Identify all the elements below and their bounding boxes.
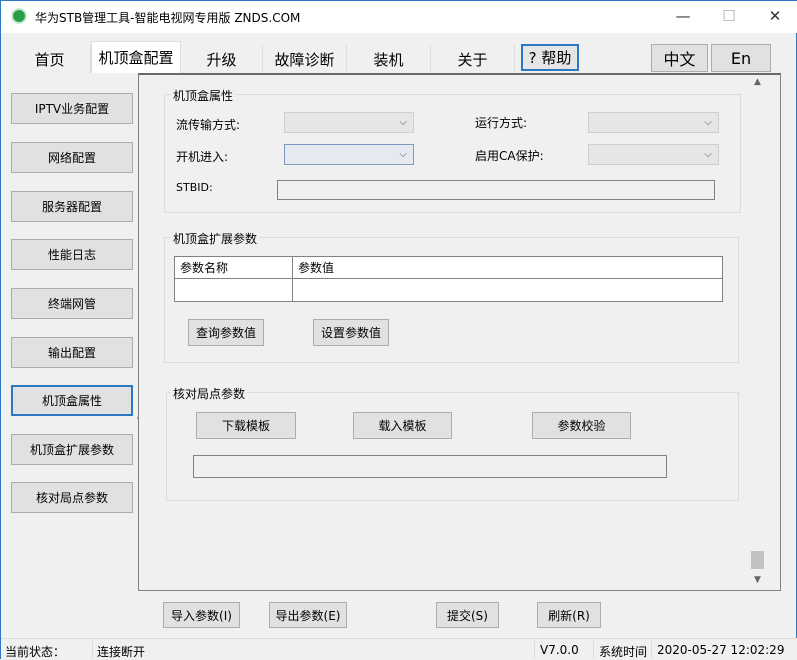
window-title: 华为STB管理工具-智能电视网专用版 ZNDS.COM xyxy=(35,11,301,25)
tab-stb-config[interactable]: 机顶盒配置 xyxy=(91,41,181,73)
lang-zh-button[interactable]: 中文 xyxy=(651,44,708,72)
status-bar: 当前状态： 连接断开 V7.0.0 系统时间 2020-05-27 12:02:… xyxy=(1,638,797,660)
site-params-path-input[interactable] xyxy=(193,455,667,478)
app-icon xyxy=(11,8,27,24)
stream-select[interactable]: ⌵ xyxy=(284,112,414,133)
minimize-button[interactable]: — xyxy=(660,1,706,31)
divider xyxy=(651,641,652,659)
divider xyxy=(534,641,535,659)
params-table[interactable]: 参数名称 参数值 xyxy=(174,256,723,302)
system-time-value: 2020-05-27 12:02:29 xyxy=(657,643,785,657)
export-params-button[interactable]: 导出参数(E) xyxy=(269,602,347,628)
boot-label: 开机进入: xyxy=(176,150,229,164)
sidebar-item-stb-props[interactable]: 机顶盒属性 xyxy=(11,385,133,416)
verify-params-button[interactable]: 参数校验 xyxy=(532,412,631,439)
col-param-value: 参数值 xyxy=(293,257,722,279)
help-button[interactable]: ? 帮助 xyxy=(521,44,579,71)
set-params-button[interactable]: 设置参数值 xyxy=(313,319,389,346)
column-divider xyxy=(292,279,293,301)
chevron-down-icon: ⌵ xyxy=(704,149,712,160)
version-label: V7.0.0 xyxy=(540,643,579,657)
query-params-button[interactable]: 查询参数值 xyxy=(188,319,264,346)
close-button[interactable]: ✕ xyxy=(752,1,797,31)
tab-diagnosis[interactable]: 故障诊断 xyxy=(263,45,347,73)
stbid-input[interactable] xyxy=(277,180,715,200)
title-bar: 华为STB管理工具-智能电视网专用版 ZNDS.COM — ☐ ✕ xyxy=(1,1,797,33)
stbid-label: STBID: xyxy=(176,181,213,194)
sidebar-item-output[interactable]: 输出配置 xyxy=(11,337,133,368)
scrollbar-thumb[interactable] xyxy=(751,551,764,569)
sidebar-item-network[interactable]: 网络配置 xyxy=(11,142,133,173)
ca-select[interactable]: ⌵ xyxy=(588,144,719,165)
sidebar-item-stb-ext[interactable]: 机顶盒扩展参数 xyxy=(11,434,133,465)
system-time-label: 系统时间 xyxy=(599,645,648,659)
divider xyxy=(593,641,594,659)
sidebar-item-perf-log[interactable]: 性能日志 xyxy=(11,239,133,270)
run-label: 运行方式: xyxy=(475,116,528,130)
download-template-button[interactable]: 下载模板 xyxy=(196,412,296,439)
ca-label: 启用CA保护: xyxy=(475,149,544,163)
col-param-name: 参数名称 xyxy=(175,257,293,279)
load-template-button[interactable]: 载入模板 xyxy=(353,412,452,439)
sidebar-item-server[interactable]: 服务器配置 xyxy=(11,191,133,222)
divider xyxy=(92,641,93,659)
import-params-button[interactable]: 导入参数(I) xyxy=(163,602,240,628)
boot-select[interactable]: ⌵ xyxy=(284,144,414,165)
tab-upgrade[interactable]: 升级 xyxy=(181,45,263,73)
sidebar-item-terminal[interactable]: 终端网管 xyxy=(11,288,133,319)
sidebar-item-site-params[interactable]: 核对局点参数 xyxy=(11,482,133,513)
chevron-down-icon: ⌵ xyxy=(399,149,407,160)
chevron-down-icon: ⌵ xyxy=(704,117,712,128)
stream-label: 流传输方式: xyxy=(176,118,241,132)
refresh-button[interactable]: 刷新(R) xyxy=(537,602,601,628)
status-label: 当前状态： xyxy=(5,645,66,659)
tab-install[interactable]: 装机 xyxy=(347,45,431,73)
submit-button[interactable]: 提交(S) xyxy=(436,602,499,628)
chevron-down-icon: ⌵ xyxy=(399,117,407,128)
tab-home[interactable]: 首页 xyxy=(9,45,91,73)
status-value: 连接断开 xyxy=(97,645,146,659)
stb-props-title: 机顶盒属性 xyxy=(171,87,236,104)
sidebar-item-iptv[interactable]: IPTV业务配置 xyxy=(11,93,133,124)
ext-params-title: 机顶盒扩展参数 xyxy=(171,230,260,247)
site-params-title: 核对局点参数 xyxy=(171,385,248,402)
run-select[interactable]: ⌵ xyxy=(588,112,719,133)
maximize-button[interactable]: ☐ xyxy=(706,1,752,31)
vertical-scrollbar[interactable]: ▲ ▼ xyxy=(749,77,766,585)
lang-en-button[interactable]: En xyxy=(711,44,771,72)
site-params-group xyxy=(166,392,739,501)
tab-about[interactable]: 关于 xyxy=(431,45,515,73)
